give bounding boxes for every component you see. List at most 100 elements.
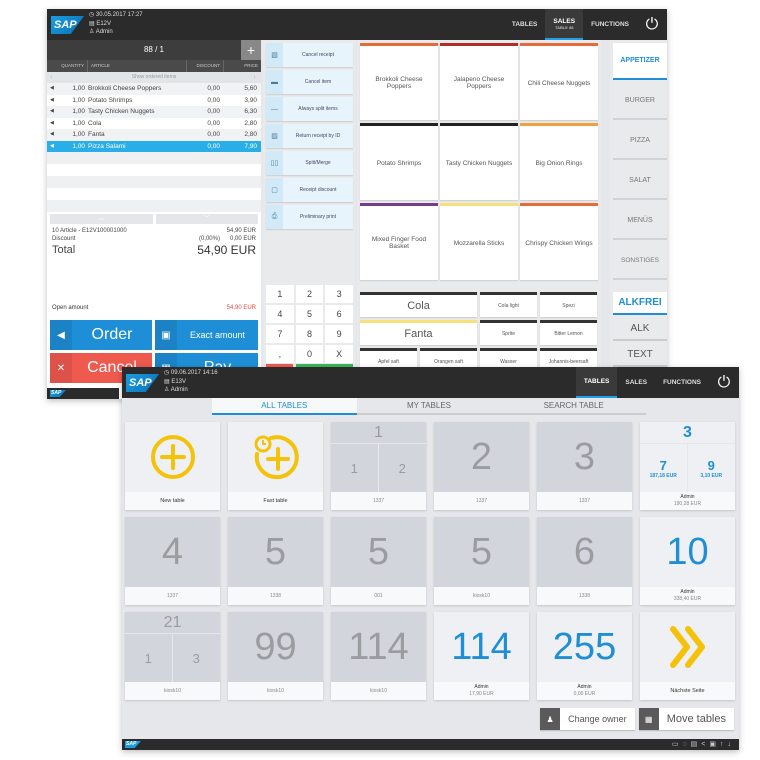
category-appetizer[interactable]: APPETIZER	[613, 43, 667, 80]
table-number: 10	[640, 517, 735, 587]
numpad-key[interactable]: 6	[325, 305, 353, 323]
scroll-down-button[interactable]: ﹀	[155, 214, 258, 224]
category-alk[interactable]: ALK	[613, 318, 667, 341]
product-tile[interactable]: Jalapeno Cheese Poppers	[440, 43, 518, 120]
table-tile-occupied[interactable]: 255 Admin 0,00 EUR	[537, 612, 632, 700]
receipt-discount-button[interactable]: ▢ Receipt discount	[266, 178, 353, 202]
product-tile[interactable]: Chrispy Chicken Wings	[520, 203, 598, 280]
table-tile[interactable]: 3 1337	[537, 422, 632, 510]
table-tile[interactable]: 21 1 3 kiosk10	[125, 612, 220, 700]
sap-logo: SAP	[126, 374, 159, 392]
category-burger[interactable]: BURGER	[613, 83, 667, 120]
arrow-down-icon[interactable]: ↓	[728, 741, 736, 748]
scroll-up-button[interactable]: ︿	[50, 214, 153, 224]
product-tile[interactable]: Big Onion Rings	[520, 123, 598, 200]
table-tile[interactable]: 5 1338	[228, 517, 323, 605]
category-pizza[interactable]: PIZZA	[613, 123, 667, 160]
numpad-key[interactable]: 1	[266, 285, 294, 303]
power-icon[interactable]: ⏻	[637, 9, 667, 40]
category-sonstiges[interactable]: SONSTIGES	[613, 243, 667, 280]
receipt-icon[interactable]: ▤	[691, 741, 702, 748]
drink-tile[interactable]: Bitter Lemon	[540, 320, 597, 345]
table-tile-occupied[interactable]: 114 Admin 17,90 EUR	[434, 612, 529, 700]
order-button[interactable]: ◀ Order	[50, 320, 152, 350]
receipt-row[interactable]: ◀ 1,00 Potato Shrimps 0,00 3,90	[47, 95, 261, 107]
datetime: 09.06.2017 14:16	[170, 370, 218, 376]
keyboard-icon[interactable]: ▭	[672, 741, 683, 748]
table-owner: kiosk10	[331, 682, 426, 700]
table-tile-occupied[interactable]: 3 7 187,18 EUR 9 3,10 EUR Admin 190,28 EUR	[640, 422, 735, 510]
nav-tab-tables[interactable]: TABLES	[504, 9, 546, 40]
numpad-key[interactable]: 8	[295, 325, 324, 343]
receipt-row[interactable]: ◀ 1,00 Brokkoli Cheese Poppers 0,00 5,60	[47, 83, 261, 95]
table-tile-occupied[interactable]: 10 Admin 338,40 EUR	[640, 517, 735, 605]
show-ordered-items[interactable]: ↓ Show ordered items ↓	[47, 72, 261, 83]
product-tile[interactable]: Chili Cheese Nuggets	[520, 43, 598, 120]
tab-all-tables[interactable]: ALL TABLES	[212, 398, 357, 415]
numpad-key[interactable]: 7	[266, 325, 294, 343]
product-tile[interactable]: Mixed Finger Food Basket	[360, 203, 438, 280]
table-tile[interactable]: 99 kiosk10	[228, 612, 323, 700]
table-tile[interactable]: 114 kiosk10	[331, 612, 426, 700]
power-icon[interactable]: ⏻	[709, 367, 739, 398]
table-tile[interactable]: 2 1337	[434, 422, 529, 510]
new-table-tile[interactable]: New table	[125, 422, 220, 510]
minus-icon: —	[266, 97, 283, 121]
category-text[interactable]: TEXT	[613, 344, 667, 367]
numpad-key[interactable]: 4	[266, 305, 294, 323]
next-page-tile[interactable]: Nächste Seite	[640, 612, 735, 700]
table-tile[interactable]: 6 1338	[537, 517, 632, 605]
numpad-key[interactable]: ,	[266, 345, 294, 363]
category-alkfrei[interactable]: ALKFREI	[613, 292, 667, 315]
table-tile[interactable]: 5 kiosk10	[434, 517, 529, 605]
fast-table-tile[interactable]: Fast table	[228, 422, 323, 510]
receipt-row[interactable]: ◀ 1,00 Cola 0,00 2,80	[47, 118, 261, 130]
table-tile[interactable]: 4 1337	[125, 517, 220, 605]
table-tile[interactable]: 5 001	[331, 517, 426, 605]
numpad-key[interactable]: 5	[295, 305, 324, 323]
product-tile[interactable]: Potato Shrimps	[360, 123, 438, 200]
move-tables-button[interactable]: ▦ Move tables	[638, 708, 734, 730]
cancel-item-button[interactable]: ▬ Cancel item	[266, 70, 353, 94]
cancel-receipt-button[interactable]: ▧ Cancel receipt	[266, 43, 353, 67]
table-number: 21	[125, 612, 220, 634]
category-salat[interactable]: SALAT	[613, 163, 667, 200]
numpad-key[interactable]: 0	[295, 345, 324, 363]
nav-tab-functions[interactable]: FUNCTIONS	[655, 367, 709, 398]
always-split-button[interactable]: — Always split items	[266, 97, 353, 121]
numpad-key[interactable]: 9	[325, 325, 353, 343]
product-tile[interactable]: Tasty Chicken Nuggets	[440, 123, 518, 200]
tab-my-tables[interactable]: MY TABLES	[356, 398, 502, 415]
product-tile[interactable]: Mozzarella Sticks	[440, 203, 518, 280]
arrow-up-icon[interactable]: ↑	[720, 741, 728, 748]
database-icon[interactable]: ▣	[709, 741, 720, 748]
numpad-clear-key[interactable]: X	[325, 345, 353, 363]
tab-search-table[interactable]: SEARCH TABLE	[501, 398, 647, 415]
nav-tab-sales[interactable]: SALES	[617, 367, 655, 398]
receipt-row[interactable]: ◀ 1,00 Fanta 0,00 2,80	[47, 129, 261, 141]
record-icon[interactable]: ◌	[682, 741, 690, 748]
split-merge-button[interactable]: ▯▯ Split/Merge	[266, 151, 353, 175]
nav-tab-sales[interactable]: SALES TABLE 88	[545, 9, 584, 40]
return-receipt-button[interactable]: ▨ Return receipt by ID	[266, 124, 353, 148]
preliminary-print-button[interactable]: ⎙ Preliminary print	[266, 205, 353, 229]
nav-tab-tables[interactable]: TABLES	[575, 367, 618, 398]
product-tile[interactable]: Brokkoli Cheese Poppers	[360, 43, 438, 120]
drink-tile[interactable]: Cola light	[480, 292, 537, 317]
receipt-row[interactable]: ◀ 1,00 Tasty Chicken Nuggets 0,00 6,30	[47, 106, 261, 118]
drink-tile[interactable]: Sprite	[480, 320, 537, 345]
numpad-key[interactable]: 2	[295, 285, 324, 303]
nav-tab-functions[interactable]: FUNCTIONS	[583, 9, 637, 40]
add-guest-button[interactable]: +	[241, 40, 261, 60]
drink-tile[interactable]: Fanta	[360, 320, 477, 345]
drink-tile[interactable]: Spezi	[540, 292, 597, 317]
exact-amount-button[interactable]: ▣ Exact amount	[155, 320, 258, 350]
printer-icon: ⎙	[266, 205, 283, 229]
category-menus[interactable]: MENÜS	[613, 203, 667, 240]
numpad-key[interactable]: 3	[325, 285, 353, 303]
send-icon: ◀	[50, 96, 54, 103]
table-tile[interactable]: 1 1 2 1337	[331, 422, 426, 510]
drink-tile[interactable]: Cola	[360, 292, 477, 317]
change-owner-button[interactable]: ♟ Change owner	[540, 708, 635, 730]
receipt-row-selected[interactable]: ◀ 1,00 Pizza Salami 0,00 7,90	[47, 140, 261, 152]
